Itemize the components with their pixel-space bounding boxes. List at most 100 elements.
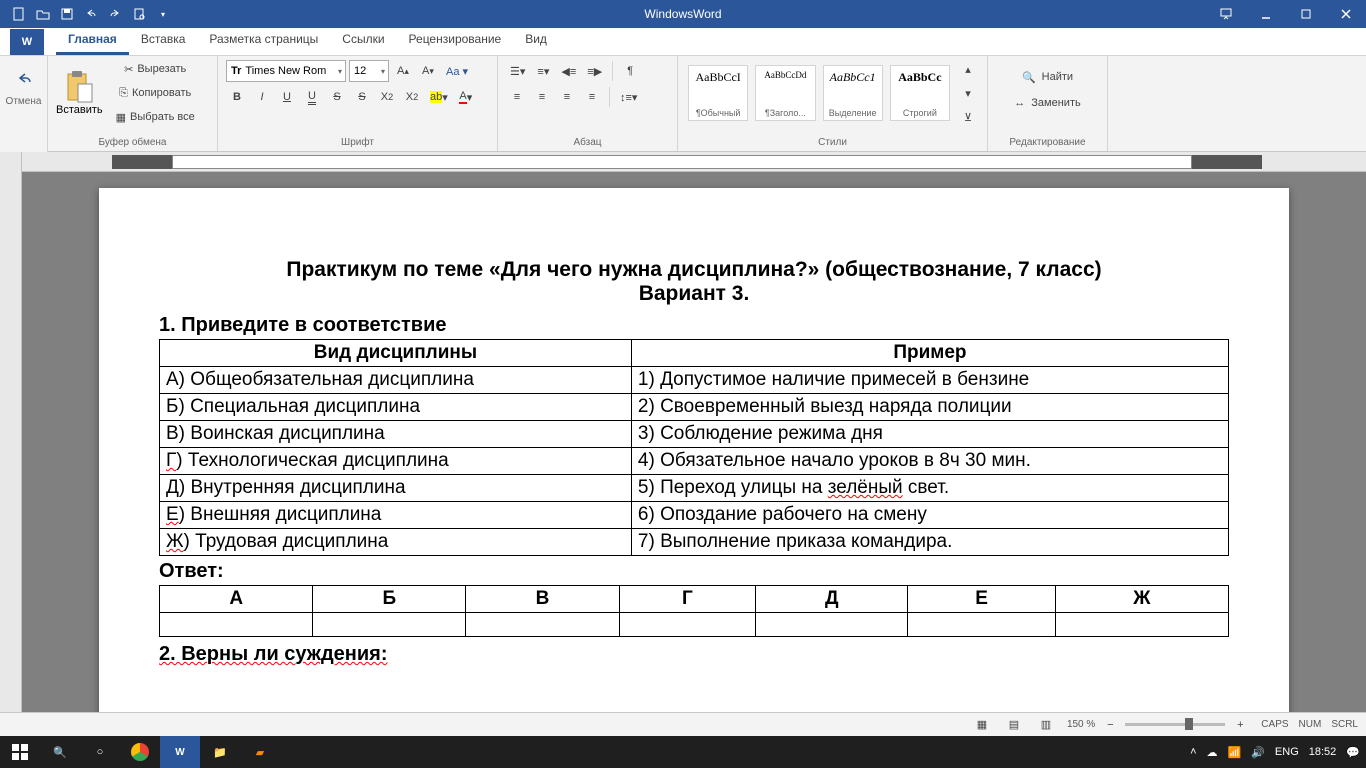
open-icon[interactable] — [32, 3, 54, 25]
increase-indent-button[interactable]: ≡▶ — [583, 60, 606, 82]
horizontal-ruler[interactable] — [22, 152, 1366, 172]
word-taskbar-icon[interactable]: W — [160, 736, 200, 768]
copy-button[interactable]: ⎘Копировать — [112, 82, 199, 104]
table-row: Г) Технологическая дисциплина4) Обязател… — [160, 448, 1229, 475]
table-row: Б) Специальная дисциплина2) Своевременны… — [160, 394, 1229, 421]
bullets-button[interactable]: ☰▾ — [506, 60, 529, 82]
tab-review[interactable]: Рецензирование — [397, 26, 514, 55]
styles-up-button[interactable]: ▴ — [957, 58, 979, 80]
undo-icon[interactable] — [80, 3, 102, 25]
view-print-button[interactable]: ▦ — [971, 714, 993, 736]
bold-button[interactable]: B — [226, 86, 248, 108]
explorer-icon[interactable]: 📁 — [200, 736, 240, 768]
align-justify-button[interactable]: ≡ — [581, 86, 603, 108]
status-bar: ▦ ▤ ▥ 150 % − + CAPS NUM SCRL — [0, 712, 1366, 736]
clipboard-group-label: Буфер обмена — [48, 137, 217, 148]
cortana-button[interactable]: ○ — [80, 736, 120, 768]
style-strong[interactable]: AaBbCcСтрогий — [890, 65, 950, 121]
table-row: В) Воинская дисциплина3) Соблюдение режи… — [160, 421, 1229, 448]
double-underline-button[interactable]: U — [301, 86, 323, 108]
zoom-out-button[interactable]: − — [1099, 714, 1121, 736]
style-emphasis[interactable]: AaBbCc1Выделение — [823, 65, 883, 121]
tab-view[interactable]: Вид — [513, 26, 559, 55]
line-spacing-button[interactable]: ↕≡▾ — [616, 86, 641, 108]
redo-icon[interactable] — [104, 3, 126, 25]
numbering-button[interactable]: ≡▾ — [532, 60, 554, 82]
italic-button[interactable]: I — [251, 86, 273, 108]
view-read-button[interactable]: ▤ — [1003, 714, 1025, 736]
double-strike-button[interactable]: S — [351, 86, 373, 108]
clock[interactable]: 18:52 — [1309, 746, 1337, 758]
onedrive-icon[interactable]: ☁ — [1207, 746, 1218, 759]
underline-button[interactable]: U — [276, 86, 298, 108]
num-indicator: NUM — [1299, 719, 1322, 730]
grow-font-button[interactable]: A▴ — [392, 60, 414, 82]
lang-indicator[interactable]: ENG — [1275, 746, 1299, 758]
minimize-icon[interactable] — [1246, 0, 1286, 28]
style-normal[interactable]: AaBbCcI¶Обычный — [688, 65, 748, 121]
print-preview-icon[interactable] — [128, 3, 150, 25]
table-row: Д) Внутренняя дисциплина5) Переход улицы… — [160, 475, 1229, 502]
vertical-ruler — [0, 152, 22, 744]
tab-home[interactable]: Главная — [56, 26, 129, 55]
paste-button[interactable]: Вставить — [56, 70, 103, 116]
maximize-icon[interactable] — [1286, 0, 1326, 28]
start-button[interactable] — [0, 736, 40, 768]
tab-layout[interactable]: Разметка страницы — [197, 26, 330, 55]
styles-group-label: Стили — [678, 137, 987, 148]
task1-heading: 1. Приведите в соответствие — [159, 314, 1229, 337]
view-web-button[interactable]: ▥ — [1035, 714, 1057, 736]
superscript-button[interactable]: X2 — [401, 86, 423, 108]
styles-more-button[interactable]: ⊻ — [957, 106, 979, 128]
strike-button[interactable]: S — [326, 86, 348, 108]
tab-references[interactable]: Ссылки — [330, 26, 396, 55]
align-left-button[interactable]: ≡ — [506, 86, 528, 108]
ribbon-options-icon[interactable] — [1206, 0, 1246, 28]
task2-heading: 2. Верны ли суждения: — [159, 643, 1229, 666]
shrink-font-button[interactable]: A▾ — [417, 60, 439, 82]
answer-table: АБВ ГДЕ Ж — [159, 585, 1229, 637]
close-icon[interactable] — [1326, 0, 1366, 28]
decrease-indent-button[interactable]: ◀≡ — [557, 60, 580, 82]
font-name-combo[interactable]: TrTimes New Rom — [226, 60, 346, 82]
tab-insert[interactable]: Вставка — [129, 26, 198, 55]
font-color-button[interactable]: A▾ — [455, 86, 477, 108]
volume-icon[interactable]: 🔊 — [1251, 746, 1265, 759]
tray-up-icon[interactable]: ˄ — [1190, 746, 1196, 758]
document-page[interactable]: Практикум по теме «Для чего нужна дисцип… — [99, 188, 1289, 744]
zoom-value: 150 % — [1067, 719, 1095, 730]
align-center-button[interactable]: ≡ — [531, 86, 553, 108]
cut-button[interactable]: ✂Вырезать — [112, 58, 199, 80]
new-doc-icon[interactable] — [8, 3, 30, 25]
notifications-icon[interactable]: 💬 — [1346, 746, 1360, 759]
zoom-in-button[interactable]: + — [1229, 714, 1251, 736]
align-right-button[interactable]: ≡ — [556, 86, 578, 108]
table-row: Ж) Трудовая дисциплина7) Выполнение прик… — [160, 529, 1229, 556]
find-button[interactable]: 🔍Найти — [996, 66, 1099, 88]
network-icon[interactable]: 📶 — [1228, 746, 1242, 759]
highlight-button[interactable]: ab▾ — [426, 86, 452, 108]
scrl-indicator: SCRL — [1331, 719, 1358, 730]
answer-label: Ответ: — [159, 560, 1229, 583]
chrome-icon[interactable] — [120, 736, 160, 768]
windows-taskbar: 🔍 ○ W 📁 ▰ ˄ ☁ 📶 🔊 ENG 18:52 💬 — [0, 736, 1366, 768]
select-all-button[interactable]: ▦Выбрать все — [112, 106, 199, 128]
sublime-icon[interactable]: ▰ — [240, 736, 280, 768]
style-heading[interactable]: AaBbCcDd¶Заголо... — [755, 65, 815, 121]
undo-button[interactable] — [11, 68, 37, 90]
search-button[interactable]: 🔍 — [40, 736, 80, 768]
document-scroll[interactable]: Практикум по теме «Для чего нужна дисцип… — [22, 152, 1366, 744]
replace-button[interactable]: ↔Заменить — [996, 92, 1099, 114]
show-marks-button[interactable]: ¶ — [619, 60, 641, 82]
doc-title: Практикум по теме «Для чего нужна дисцип… — [159, 258, 1229, 282]
table-row: А) Общеобязательная дисциплина1) Допусти… — [160, 367, 1229, 394]
qat-more-icon[interactable]: ▾ — [152, 3, 174, 25]
doc-subtitle: Вариант 3. — [159, 282, 1229, 306]
word-logo-icon[interactable]: W — [10, 29, 44, 55]
subscript-button[interactable]: X2 — [376, 86, 398, 108]
save-icon[interactable] — [56, 3, 78, 25]
styles-down-button[interactable]: ▾ — [957, 82, 979, 104]
zoom-slider[interactable] — [1125, 723, 1225, 726]
change-case-button[interactable]: Aa ▾ — [442, 60, 472, 82]
font-size-combo[interactable]: 12 — [349, 60, 389, 82]
